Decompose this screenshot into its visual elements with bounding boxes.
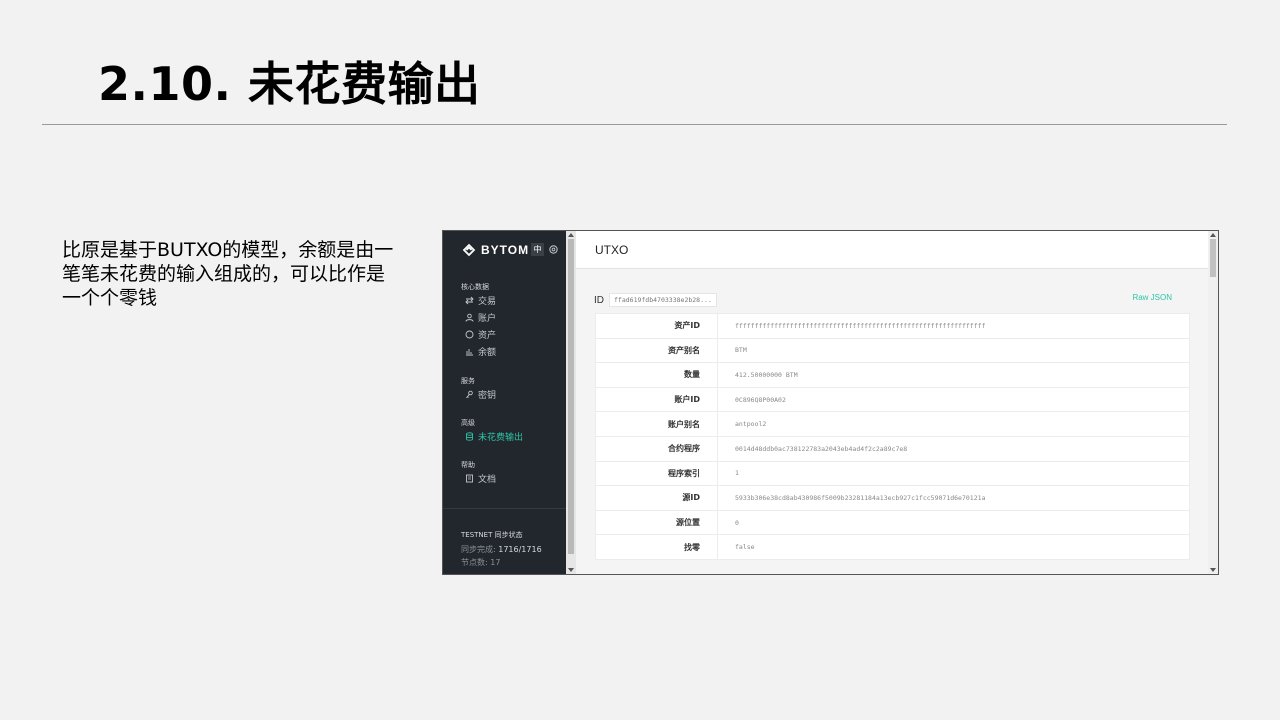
bytom-logo-icon (462, 243, 476, 257)
scroll-up-arrow-icon[interactable] (1210, 233, 1216, 237)
brand[interactable]: BYTOM (461, 241, 529, 259)
nav-label-utxo: 未花费输出 (478, 433, 524, 443)
table-row: 合约程序 0014d48ddb0ac738122783a2043eb4ad4f2c… (595, 436, 1190, 462)
key-icon (465, 390, 474, 399)
nav-section-help: 帮助 (461, 461, 475, 469)
utxo-detail-table: 资产ID ffffffffffffffffffffffffffffffffffff… (595, 313, 1190, 560)
sync-label: 同步完成: (461, 545, 499, 554)
nav-item-utxo[interactable]: 未花费输出 (465, 430, 523, 443)
document-icon (465, 474, 474, 483)
row-key: 源ID (595, 485, 718, 511)
nav-item-accounts[interactable]: 账户 (465, 311, 496, 324)
exchange-icon (465, 296, 474, 305)
sidebar-scroll-thumb[interactable] (568, 239, 574, 554)
nav-label-keys: 密钥 (478, 391, 497, 401)
row-value: 412.50000000 BTM (717, 362, 1190, 388)
row-key: 资产别名 (595, 338, 718, 364)
row-key: 合约程序 (595, 436, 718, 462)
nav-item-balances[interactable]: 余额 (465, 345, 496, 358)
row-value: BTM (717, 338, 1190, 364)
sidebar-divider (443, 508, 566, 509)
table-row: 账户别名 antpool2 (595, 411, 1190, 437)
utxo-id-row: ID ffad619fdb4703338e2b28... (594, 293, 717, 307)
user-icon (465, 313, 474, 322)
bar-chart-icon (465, 347, 474, 356)
nav-label-docs: 文档 (478, 475, 497, 485)
row-value: antpool2 (717, 411, 1190, 437)
gear-icon[interactable] (548, 244, 559, 255)
scroll-up-arrow-icon[interactable] (568, 233, 574, 237)
row-value: ffffffffffffffffffffffffffffffffffffffff… (717, 313, 1190, 339)
network-status: TESTNET 同步状态 (461, 531, 523, 539)
row-value: 0014d48ddb0ac738122783a2043eb4ad4f2c2a89… (717, 436, 1190, 462)
id-value[interactable]: ffad619fdb4703338e2b28... (609, 293, 717, 307)
nav-label-accounts: 账户 (478, 314, 497, 324)
nav-label-assets: 资产 (478, 331, 497, 341)
row-value: 0C896Q8P00A02 (717, 387, 1190, 413)
scroll-down-arrow-icon[interactable] (568, 568, 574, 572)
sync-status: 同步完成: 1716/1716 (461, 544, 542, 555)
row-key: 账户ID (595, 387, 718, 413)
nav-item-docs[interactable]: 文档 (465, 472, 496, 485)
peer-count: 节点数: 17 (461, 558, 501, 567)
table-row: 账户ID 0C896Q8P00A02 (595, 387, 1190, 413)
scroll-down-arrow-icon[interactable] (1210, 568, 1216, 572)
id-label: ID (594, 294, 604, 306)
nav-section-services: 服务 (461, 377, 475, 385)
slide-description: 比原是基于BUTXO的模型，余额是由一笔笔未花费的输入组成的，可以比作是一个个零… (62, 239, 394, 309)
row-key: 数量 (595, 362, 718, 388)
table-row: 源位置 0 (595, 510, 1190, 536)
language-toggle-button[interactable]: 中 (531, 243, 544, 256)
sidebar: BYTOM 中 核心数据 交易 账户 资产 余额 服务 密钥 高级 未花费输出 … (443, 231, 566, 574)
slide-title: 2.10. 未花费输出 (98, 57, 481, 111)
asset-circle-icon (465, 330, 474, 339)
table-row: 资产ID ffffffffffffffffffffffffffffffffffff… (595, 313, 1190, 339)
brand-name: BYTOM (481, 243, 530, 257)
nav-item-keys[interactable]: 密钥 (465, 388, 496, 401)
table-row: 程序索引 1 (595, 461, 1190, 487)
row-value: 1 (717, 461, 1190, 487)
title-divider (42, 124, 1227, 125)
main-header: UTXO (576, 231, 1208, 269)
database-icon (465, 432, 474, 441)
row-value: false (717, 534, 1190, 560)
sync-value: 1716/1716 (498, 545, 542, 554)
row-value: 0 (717, 510, 1190, 536)
sidebar-scrollbar[interactable] (566, 231, 576, 574)
table-row: 源ID 5933b306e38cd8ab430986f5009b23281184a… (595, 485, 1190, 511)
row-key: 账户别名 (595, 411, 718, 437)
main-scrollbar[interactable] (1208, 231, 1218, 574)
row-key: 资产ID (595, 313, 718, 339)
raw-json-link[interactable]: Raw JSON (1132, 293, 1172, 302)
app-window: BYTOM 中 核心数据 交易 账户 资产 余额 服务 密钥 高级 未花费输出 … (442, 230, 1219, 575)
table-row: 数量 412.50000000 BTM (595, 362, 1190, 388)
main-panel: UTXO ID ffad619fdb4703338e2b28... Raw JS… (576, 231, 1208, 574)
nav-label-transactions: 交易 (478, 297, 497, 307)
row-key: 程序索引 (595, 461, 718, 487)
row-key: 找零 (595, 534, 718, 560)
page-title: UTXO (595, 243, 629, 257)
nav-item-transactions[interactable]: 交易 (465, 294, 496, 307)
row-value: 5933b306e38cd8ab430986f5009b23281184a13e… (717, 485, 1190, 511)
main-scroll-thumb[interactable] (1210, 239, 1216, 277)
nav-label-balances: 余额 (478, 348, 497, 358)
table-row: 找零 false (595, 534, 1190, 560)
nav-item-assets[interactable]: 资产 (465, 328, 496, 341)
row-key: 源位置 (595, 510, 718, 536)
nav-section-advanced: 高级 (461, 419, 475, 427)
table-row: 资产别名 BTM (595, 338, 1190, 364)
nav-section-core: 核心数据 (461, 283, 489, 291)
